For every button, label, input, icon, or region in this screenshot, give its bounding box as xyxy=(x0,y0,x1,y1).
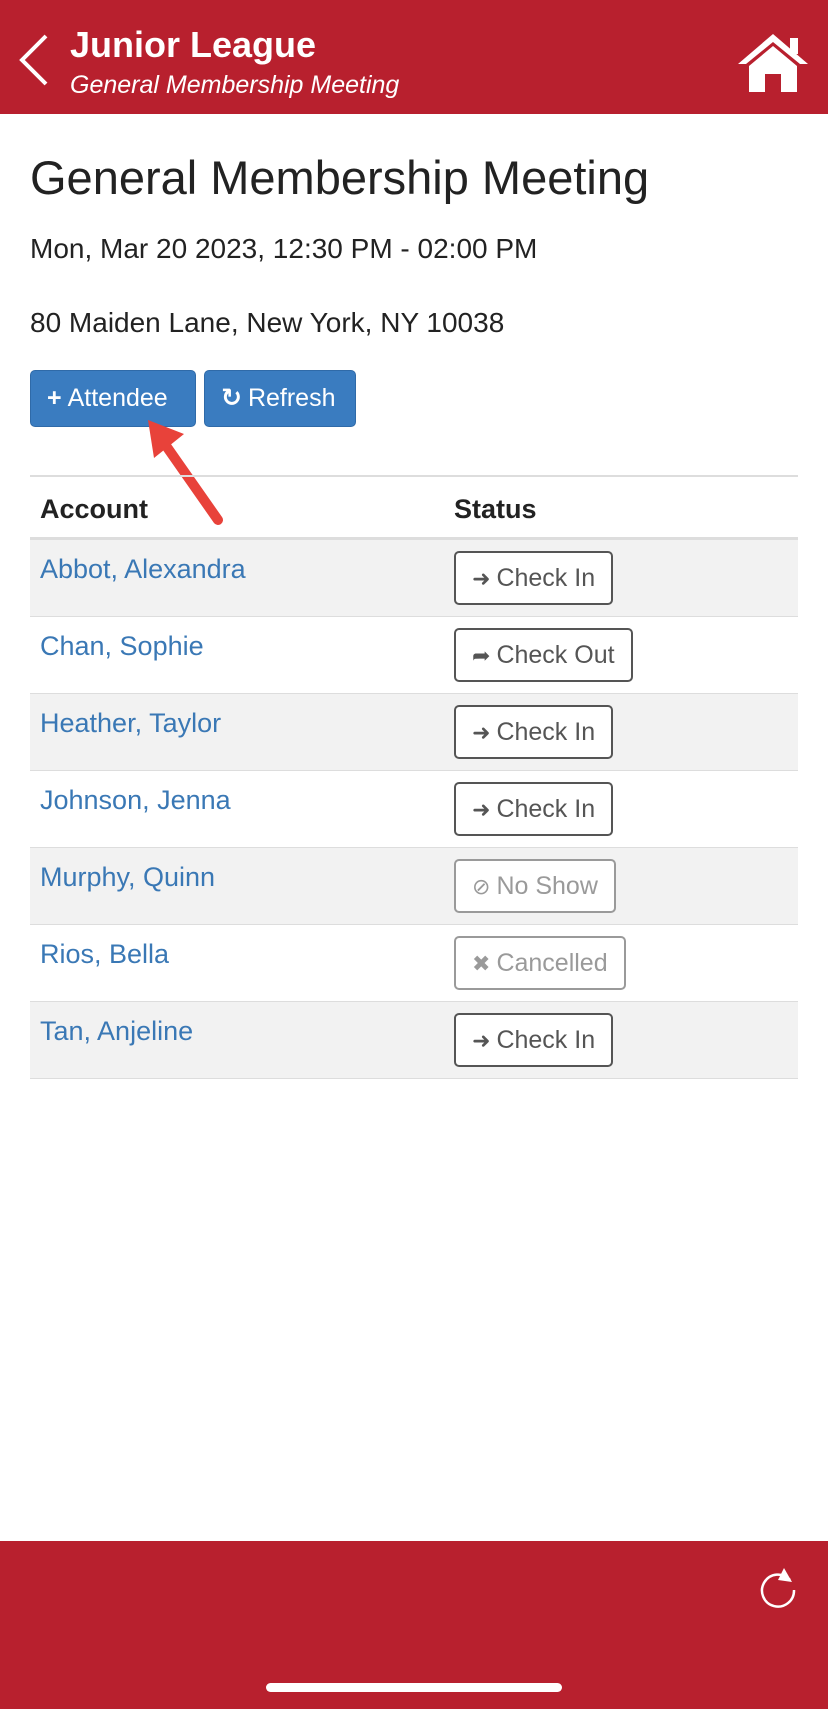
add-attendee-label: Attendee xyxy=(67,384,168,412)
table-row: Abbot, Alexandra ➜ Check In xyxy=(30,540,798,617)
status-icon: ➜ xyxy=(472,1028,491,1053)
page-title: General Membership Meeting xyxy=(30,151,650,204)
status-label: Check In xyxy=(496,1026,596,1054)
status-icon: ➜ xyxy=(472,797,491,822)
home-icon[interactable] xyxy=(736,32,810,94)
status-icon: ➜ xyxy=(472,566,491,591)
status-icon: ➜ xyxy=(472,720,491,745)
status-button[interactable]: ⊘ No Show xyxy=(454,859,616,913)
table-row: Murphy, Quinn ⊘ No Show xyxy=(30,848,798,925)
top-nav-bar: Junior League General Membership Meeting xyxy=(0,0,828,114)
table-row: Chan, Sophie ➦ Check Out xyxy=(30,617,798,694)
table-row: Tan, Anjeline ➜ Check In xyxy=(30,1002,798,1079)
status-label: Check In xyxy=(496,564,596,592)
add-attendee-button[interactable]: + Attendee xyxy=(30,370,196,427)
reload-icon[interactable] xyxy=(756,1566,800,1610)
app-title: Junior League xyxy=(70,24,317,65)
refresh-label: Refresh xyxy=(247,384,336,412)
event-details: General Membership Meeting Mon, Mar 20 2… xyxy=(30,140,798,340)
attendee-table: Account Status Abbot, Alexandra ➜ Check In… xyxy=(30,475,798,1079)
status-button[interactable]: ➜ Check In xyxy=(454,705,614,759)
status-button[interactable]: ➜ Check In xyxy=(454,1013,614,1067)
status-label: Cancelled xyxy=(496,949,608,977)
status-button[interactable]: ➦ Check Out xyxy=(454,628,633,682)
status-icon: ➦ xyxy=(472,643,491,668)
plus-icon: + xyxy=(47,384,62,412)
event-address: 80 Maiden Lane, New York, NY 10038 xyxy=(30,307,505,338)
account-name-link[interactable]: Rios, Bella xyxy=(40,939,169,970)
status-button[interactable]: ➜ Check In xyxy=(454,551,614,605)
status-button[interactable]: ✖ Cancelled xyxy=(454,936,626,990)
account-name-link[interactable]: Chan, Sophie xyxy=(40,631,204,662)
status-column-header: Status xyxy=(454,494,537,524)
status-label: Check In xyxy=(496,718,596,746)
table-row: Rios, Bella ✖ Cancelled xyxy=(30,925,798,1002)
account-name-link[interactable]: Murphy, Quinn xyxy=(40,862,215,893)
home-indicator xyxy=(266,1683,562,1692)
account-name-link[interactable]: Abbot, Alexandra xyxy=(40,554,246,585)
status-icon: ✖ xyxy=(472,951,491,976)
status-button[interactable]: ➜ Check In xyxy=(454,782,614,836)
app-subtitle: General Membership Meeting xyxy=(70,71,400,99)
status-icon: ⊘ xyxy=(472,874,491,899)
table-row: Johnson, Jenna ➜ Check In xyxy=(30,771,798,848)
account-name-link[interactable]: Johnson, Jenna xyxy=(40,785,231,816)
account-column-header: Account xyxy=(40,494,148,524)
chevron-left-icon[interactable] xyxy=(14,30,54,90)
refresh-icon: ↻ xyxy=(221,384,242,412)
status-label: Check In xyxy=(496,795,596,823)
account-name-link[interactable]: Tan, Anjeline xyxy=(40,1016,193,1047)
status-label: No Show xyxy=(496,872,598,900)
refresh-button[interactable]: ↻ Refresh xyxy=(204,370,356,427)
status-label: Check Out xyxy=(496,641,615,669)
event-datetime: Mon, Mar 20 2023, 12:30 PM - 02:00 PM xyxy=(30,233,538,264)
account-name-link[interactable]: Heather, Taylor xyxy=(40,708,221,739)
table-row: Heather, Taylor ➜ Check In xyxy=(30,694,798,771)
table-header: Account Status xyxy=(30,475,798,540)
